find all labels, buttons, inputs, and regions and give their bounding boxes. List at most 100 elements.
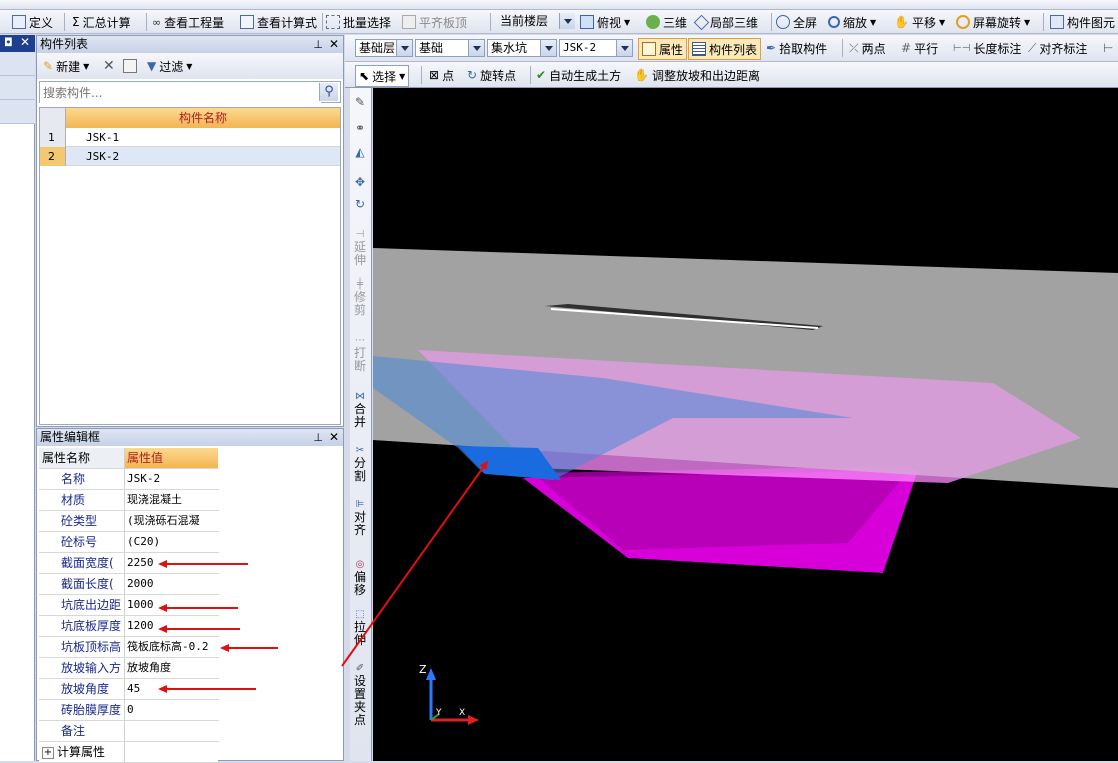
property-value[interactable]: [125, 721, 218, 741]
property-row[interactable]: 砖胎膜厚度 0: [39, 700, 219, 721]
trim-tool[interactable]: ╪ 修剪: [350, 278, 370, 317]
property-row[interactable]: 备注: [39, 721, 219, 742]
property-row[interactable]: 放坡输入方 放坡角度: [39, 658, 219, 679]
rotate-tool[interactable]: ↻: [350, 198, 370, 211]
property-name: 坑底板厚度: [39, 616, 125, 636]
align-dim-icon: ⟋: [1028, 40, 1037, 55]
property-value[interactable]: (C20): [125, 532, 218, 552]
split-tool[interactable]: ✂ 分割: [350, 444, 370, 483]
align-slab-top-button[interactable]: 平齐板顶: [402, 12, 467, 32]
delete-icon: ✕: [103, 58, 115, 74]
pen-tool[interactable]: ✎: [350, 96, 370, 109]
move-tool[interactable]: ✥: [350, 176, 370, 189]
more-tools-icon[interactable]: ⊢: [1103, 38, 1113, 58]
property-row[interactable]: 截面长度(2000: [39, 574, 219, 595]
parallel-button[interactable]: # 平行: [901, 38, 938, 58]
property-row[interactable]: + 计算属性: [39, 742, 219, 763]
close-icon[interactable]: ✕: [329, 36, 339, 53]
close-icon[interactable]: ✕: [329, 429, 339, 446]
define-button[interactable]: 定义: [12, 12, 53, 32]
table-row[interactable]: 1 JSK-1: [40, 128, 340, 147]
property-row[interactable]: 截面宽度(2250: [39, 553, 219, 574]
pin-icon[interactable]: ◘: [4, 36, 13, 49]
offset-tool[interactable]: ◎ 偏移: [350, 558, 370, 597]
nav-panel-row[interactable]: [0, 76, 35, 100]
property-row[interactable]: 坑板顶标高 筏板底标高-0.2: [39, 637, 219, 658]
component-list-button[interactable]: 构件列表: [688, 38, 762, 60]
row-number: 2: [40, 147, 66, 166]
property-row[interactable]: 名称 JSK-2: [39, 469, 219, 490]
table-row-selected[interactable]: 2 JSK-2: [40, 147, 340, 166]
property-value[interactable]: 2000: [125, 574, 218, 594]
full-screen-button[interactable]: 全屏: [776, 12, 817, 32]
property-value[interactable]: 1000: [125, 595, 218, 615]
property-row[interactable]: 材质 现浇混凝土: [39, 490, 219, 511]
pin-icon[interactable]: ⊥: [313, 36, 323, 53]
property-value[interactable]: 2250: [125, 553, 218, 573]
pan-button[interactable]: ✋ 平移 ▼: [894, 12, 945, 32]
current-floor-dropdown[interactable]: 当前楼层: [496, 12, 576, 30]
batch-select-button[interactable]: 批量选择: [326, 12, 391, 32]
new-button[interactable]: ✎ 新建 ▼: [43, 56, 89, 76]
property-value[interactable]: (现浇砾石混凝: [125, 511, 218, 531]
property-value[interactable]: 45: [125, 679, 218, 699]
separator: [322, 13, 323, 31]
properties-button[interactable]: 属性: [638, 38, 688, 60]
auto-earthwork-button[interactable]: ✔ 自动生成土方: [536, 65, 621, 85]
align-tool[interactable]: ⊫ 对齐: [350, 498, 370, 537]
zoom-button[interactable]: 缩放 ▼: [828, 12, 876, 32]
toolbar-row-3: ⬉ 选择 ▼ ⊠ 点 ↻ 旋转点 ✔ 自动生成土方 ✋ 调整放坡和出边距离: [345, 62, 1118, 88]
layer-dropdown[interactable]: 基础层: [355, 39, 413, 57]
nav-panel-row[interactable]: [0, 100, 35, 124]
rotate-point-button[interactable]: ↻ 旋转点: [467, 65, 516, 85]
property-value[interactable]: 0: [125, 700, 218, 720]
search-icon[interactable]: ⚲: [319, 83, 338, 101]
three-d-button[interactable]: 三维: [646, 12, 687, 32]
copy-button[interactable]: [123, 56, 137, 76]
point-button[interactable]: ⊠ 点: [429, 65, 454, 85]
select-button[interactable]: ⬉ 选择 ▼: [355, 65, 410, 87]
adjust-slope-button[interactable]: ✋ 调整放坡和出边距离: [634, 65, 760, 85]
length-dim-button[interactable]: ⊢⊣ 长度标注: [953, 38, 1021, 58]
screen-rotate-button[interactable]: 屏幕旋转 ▼: [956, 12, 1030, 32]
property-value[interactable]: 筏板底标高-0.2: [125, 637, 218, 657]
property-row[interactable]: 砼类型 (现浇砾石混凝: [39, 511, 219, 532]
pick-component-button[interactable]: ✒ 拾取构件: [766, 38, 827, 58]
mirror-tool[interactable]: ◭: [350, 146, 370, 159]
property-value[interactable]: 1200: [125, 616, 218, 636]
category-dropdown[interactable]: 基础: [415, 39, 485, 57]
pin-icon[interactable]: ⊥: [313, 429, 323, 446]
search-input[interactable]: [40, 82, 321, 104]
property-row[interactable]: 砼标号 (C20): [39, 532, 219, 553]
link-tool[interactable]: ⚭: [350, 122, 370, 135]
sum-calc-button[interactable]: Σ 汇总计算: [72, 12, 131, 32]
nav-panel-row[interactable]: [0, 52, 35, 76]
local-3d-button[interactable]: 局部三维: [693, 12, 758, 32]
type-dropdown[interactable]: 集水坑: [487, 39, 557, 57]
component-element-button[interactable]: 构件图元: [1050, 12, 1115, 32]
break-tool[interactable]: ⋯ 打断: [350, 334, 370, 373]
property-value[interactable]: JSK-2: [125, 469, 218, 489]
align-dim-button[interactable]: ⟋ 对齐标注: [1028, 38, 1087, 58]
top-view-button[interactable]: 俯视 ▼: [580, 12, 630, 32]
column-header-name[interactable]: 构件名称: [66, 108, 340, 128]
extend-tool[interactable]: ⊣ 延伸: [350, 228, 370, 267]
close-icon[interactable]: ✕: [20, 35, 30, 49]
view-formula-button[interactable]: 查看计算式: [240, 12, 317, 32]
property-row[interactable]: 放坡角度 45: [39, 679, 219, 700]
component-dropdown[interactable]: JSK-2: [559, 39, 633, 57]
property-row[interactable]: 坑底出边距 1000: [39, 595, 219, 616]
stretch-tool[interactable]: ⬚ 拉伸: [350, 608, 370, 647]
expand-icon[interactable]: +: [42, 747, 54, 759]
set-grip-tool[interactable]: ✐ 设置夹点: [350, 662, 370, 727]
3d-viewport[interactable]: Z Y X: [373, 88, 1118, 761]
merge-tool[interactable]: ⋈ 合并: [350, 390, 370, 429]
property-value[interactable]: [125, 742, 218, 762]
two-points-button[interactable]: ⤫ 两点: [849, 38, 886, 58]
property-value[interactable]: 现浇混凝土: [125, 490, 218, 510]
delete-button[interactable]: ✕: [103, 56, 115, 76]
property-value[interactable]: 放坡角度: [125, 658, 218, 678]
view-quantity-button[interactable]: ∞ 查看工程量: [152, 12, 224, 32]
property-row[interactable]: 坑底板厚度 1200: [39, 616, 219, 637]
filter-button[interactable]: ▼ 过滤 ▼: [147, 56, 192, 76]
